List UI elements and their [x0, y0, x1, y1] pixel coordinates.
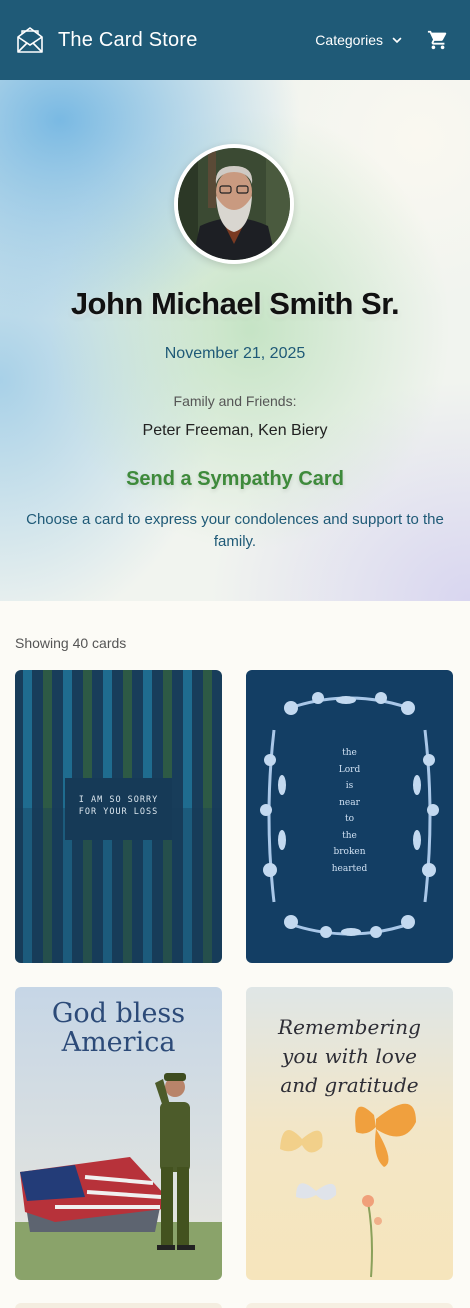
memorial-hero: John Michael Smith Sr. November 21, 2025…: [0, 80, 470, 601]
verse-line: the: [342, 748, 357, 758]
portrait-image: [178, 148, 290, 260]
family-names: Peter Freeman, Ken Biery: [142, 422, 328, 439]
verse-line: hearted: [331, 863, 368, 874]
verse-line: broken: [333, 847, 366, 857]
card-caption: I AM SO SORRY FOR YOUR LOSS: [65, 794, 172, 818]
card-partial[interactable]: [15, 1303, 222, 1308]
deceased-name: John Michael Smith Sr.: [70, 286, 400, 321]
card-partial[interactable]: [246, 1303, 453, 1308]
card-title-line1: God bless: [51, 998, 186, 1029]
verse-line: to: [344, 814, 355, 824]
verse-line: Lord: [338, 764, 361, 775]
cta-title: Send a Sympathy Card: [126, 468, 344, 490]
card-title-line1: Remembering: [278, 1015, 421, 1039]
site-header: The Card Store Categories: [0, 0, 470, 80]
card-title: God bless America: [15, 999, 222, 1057]
verse-line: near: [339, 797, 360, 808]
card-title-line2: America: [61, 1027, 176, 1058]
card-title: Remembering you with love and gratitude: [246, 1013, 453, 1100]
card-sorry-for-loss[interactable]: I AM SO SORRY FOR YOUR LOSS: [15, 670, 222, 963]
avatar: [174, 144, 294, 264]
cta-subtitle: Choose a card to express your condolence…: [26, 511, 444, 550]
memorial-date: November 21, 2025: [164, 345, 306, 362]
card-title-line3: and gratitude: [280, 1073, 419, 1097]
card-remembering[interactable]: Remembering you with love and gratitude: [246, 987, 453, 1280]
card-caption-line1: I AM SO SORRY: [78, 795, 159, 805]
verse-line: is: [345, 781, 354, 791]
categories-dropdown[interactable]: Categories: [315, 32, 403, 48]
family-label: Family and Friends:: [173, 393, 297, 409]
card-caption-line2: FOR YOUR LOSS: [78, 807, 159, 817]
results-count: Showing 40 cards: [15, 635, 127, 651]
verse-line: the: [342, 830, 357, 841]
chevron-down-icon: [392, 37, 402, 44]
brand-name[interactable]: The Card Store: [58, 29, 198, 52]
envelope-icon[interactable]: [15, 25, 45, 55]
categories-label: Categories: [315, 32, 383, 48]
card-lord-is-near[interactable]: the Lord is near to the broken hearted: [246, 670, 453, 963]
card-god-bless-america[interactable]: God bless America: [15, 987, 222, 1280]
header-nav: Categories: [315, 29, 455, 51]
card-title-line2: you with love: [282, 1044, 417, 1068]
card-verse: the Lord is near to the broken hearted: [306, 745, 393, 877]
cart-icon[interactable]: [427, 29, 449, 51]
